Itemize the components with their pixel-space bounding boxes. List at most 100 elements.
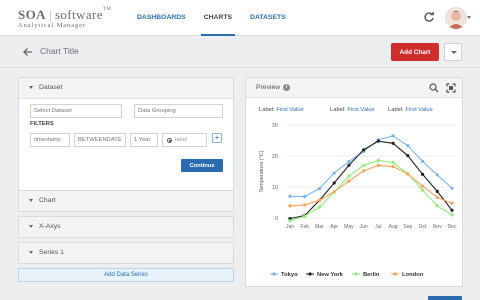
filter-operator-input[interactable] [74,133,126,147]
data-point[interactable] [391,160,395,165]
add-chart-button[interactable]: Add Chart [391,43,439,61]
data-point[interactable] [332,190,336,194]
legend-label[interactable]: Tokyo [281,272,298,278]
more-options-button[interactable] [444,43,462,61]
legend-marker[interactable] [308,272,312,276]
legend-marker[interactable] [354,272,358,276]
legend-marker[interactable] [272,272,276,276]
filter-label-field[interactable]: label [162,133,207,147]
label-prefix: Label: [388,107,404,113]
legend-label[interactable]: London [402,272,424,278]
series-1-section[interactable]: Series 1 [18,242,234,264]
radio-icon[interactable] [167,138,172,143]
x-axis-section-header[interactable]: X-Axys [19,217,233,237]
data-point[interactable] [347,179,351,183]
data-point[interactable] [303,203,307,207]
data-point[interactable] [362,163,366,167]
data-point[interactable] [420,188,425,192]
legend-label[interactable]: New York [317,272,344,278]
chevron-down-icon[interactable] [467,16,471,19]
x-tick-label: May [344,224,354,230]
logo-soa: SOA [18,7,46,22]
label-value[interactable]: First Value [405,107,432,113]
data-point[interactable] [303,195,307,199]
label-value[interactable]: First Value [276,107,303,113]
dataset-header[interactable]: Dataset [19,78,233,98]
avatar[interactable] [445,7,467,29]
data-point[interactable] [450,201,454,205]
data-point[interactable] [376,163,380,167]
data-point[interactable] [288,204,292,208]
label-value[interactable]: First Value [347,107,374,113]
data-point[interactable] [450,208,454,212]
data-point[interactable] [406,172,410,176]
data-point[interactable] [406,144,410,148]
logo[interactable]: SOA | softwareTM Analytical Manager [18,7,111,29]
preview-label-1: Label: First Value [259,107,304,113]
data-point[interactable] [376,139,380,143]
chart-section-header[interactable]: Chart [19,191,233,211]
y-tick-label: 0 [275,216,278,222]
filter-field-input[interactable] [30,133,70,147]
legend-label[interactable]: Berlin [363,272,380,278]
refresh-icon[interactable] [423,11,435,23]
data-point[interactable] [420,159,425,163]
data-point[interactable] [362,169,366,173]
data-point[interactable] [450,213,454,217]
series-1-section-header[interactable]: Series 1 [19,243,233,263]
legend-marker[interactable] [393,272,397,276]
data-point[interactable] [435,189,439,193]
x-tick-label: Feb [300,224,309,230]
continue-button[interactable]: Continue [181,159,223,172]
section-label: Chart [39,197,56,204]
add-filter-button[interactable]: + [212,133,222,143]
data-point[interactable] [288,219,292,223]
data-point[interactable] [332,171,336,175]
data-point[interactable] [317,205,322,209]
data-point[interactable] [391,164,395,169]
expand-icon[interactable] [446,83,456,93]
filter-value-input[interactable] [130,133,158,147]
data-point[interactable] [420,172,425,176]
nav-datasets[interactable]: DATASETS [241,0,295,36]
add-data-series-button[interactable]: Add Data Series [18,268,234,282]
logo-software: software [54,7,103,22]
info-icon[interactable]: i [283,83,291,91]
data-point[interactable] [450,186,454,190]
chart-section[interactable]: Chart [18,190,234,212]
avatar-image [445,7,467,29]
filters-label: FILTERS [30,121,54,127]
data-point[interactable] [347,174,351,178]
data-point[interactable] [347,163,351,167]
preview-panel: Preview i Label: First Value Label: First… [245,77,463,287]
data-point[interactable] [317,198,322,202]
data-point[interactable] [435,173,439,177]
data-point[interactable] [347,159,351,164]
data-point[interactable] [391,141,395,145]
y-tick-label: 30 [272,123,278,129]
search-icon[interactable] [429,83,439,93]
data-grouping-input[interactable] [134,104,223,118]
top-bar: SOA | softwareTM Analytical Manager DASHBO… [0,0,480,36]
back-arrow-icon[interactable] [22,46,34,58]
x-tick-label: Aug [389,224,398,230]
data-point[interactable] [317,186,322,191]
data-point[interactable] [435,204,439,208]
select-dataset-input[interactable] [30,104,122,118]
nav-charts[interactable]: CHARTS [195,0,241,36]
x-axis-section[interactable]: X-Axys [18,216,234,238]
data-point[interactable] [391,134,395,138]
y-axis-label: Temperature (°C) [259,150,265,192]
data-point[interactable] [406,154,410,158]
nav-dashboards[interactable]: DASHBOARDS [128,0,195,36]
data-point[interactable] [376,158,380,162]
data-point[interactable] [420,184,425,188]
bottom-action-button[interactable] [428,296,462,300]
data-point[interactable] [303,214,307,218]
page-title[interactable]: Chart Title [40,46,79,56]
data-point[interactable] [362,148,366,152]
data-point[interactable] [332,181,336,185]
x-tick-label: Oct [419,224,427,230]
data-point[interactable] [288,194,292,198]
data-point[interactable] [435,195,439,200]
